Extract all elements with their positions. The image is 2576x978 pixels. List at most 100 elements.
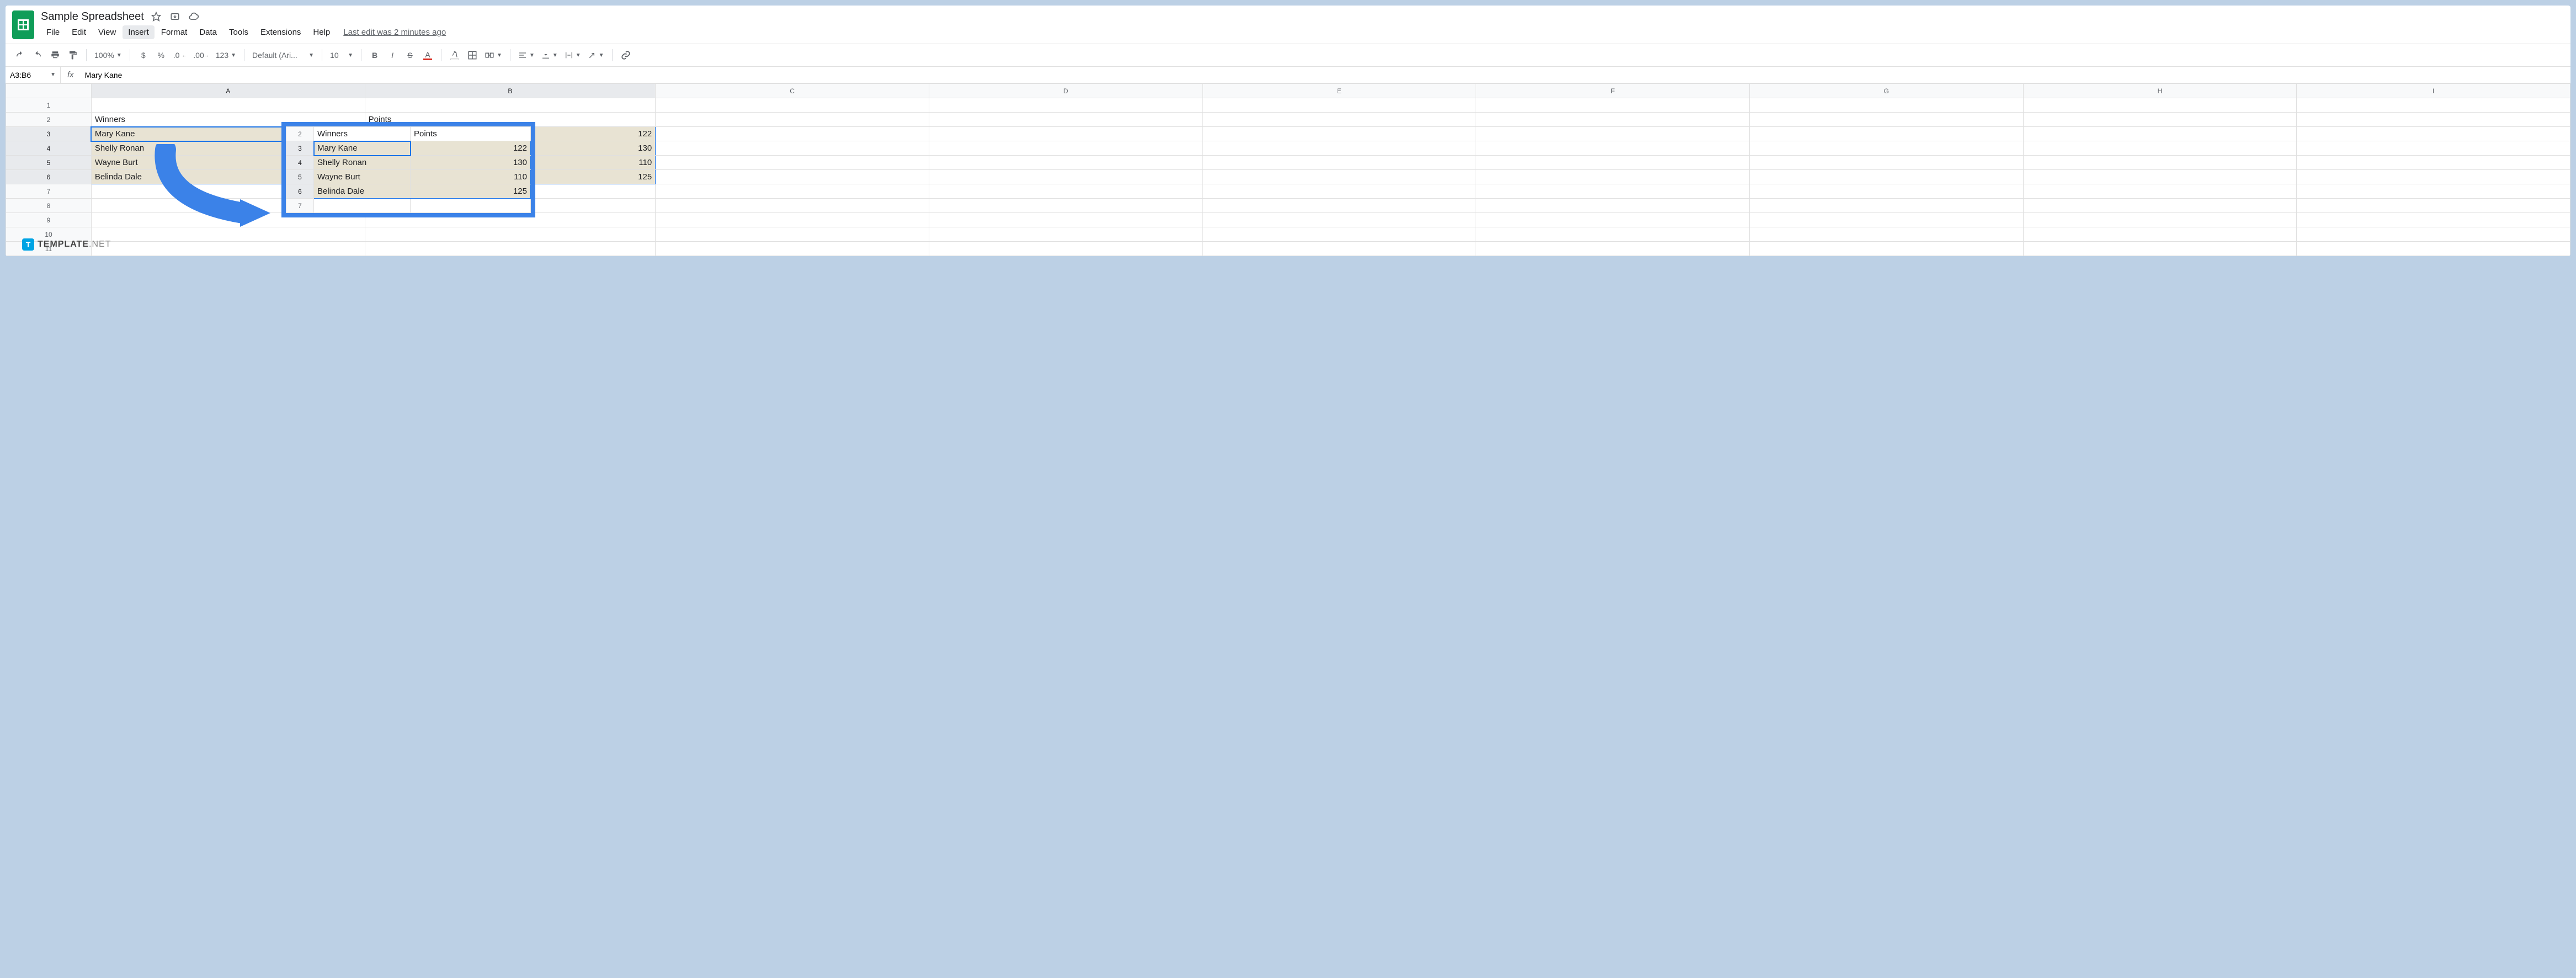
- cell[interactable]: [2297, 242, 2570, 256]
- undo-button[interactable]: [12, 47, 28, 63]
- row-header[interactable]: 7: [6, 184, 92, 199]
- name-box[interactable]: A3:B6▼: [6, 67, 61, 83]
- cell[interactable]: [929, 156, 1202, 170]
- column-header[interactable]: C: [656, 84, 929, 98]
- cell[interactable]: [1202, 156, 1476, 170]
- cell[interactable]: [1476, 199, 1750, 213]
- row-header[interactable]: 5: [6, 156, 92, 170]
- percent-button[interactable]: %: [153, 47, 169, 63]
- cell[interactable]: [1202, 213, 1476, 227]
- cell[interactable]: [1202, 141, 1476, 156]
- cell[interactable]: [1749, 113, 2023, 127]
- cell[interactable]: [1202, 170, 1476, 184]
- cell[interactable]: [2023, 184, 2297, 199]
- cell[interactable]: [656, 242, 929, 256]
- cell[interactable]: [1476, 127, 1750, 141]
- cell[interactable]: [929, 98, 1202, 113]
- column-header[interactable]: B: [365, 84, 656, 98]
- cell[interactable]: [656, 184, 929, 199]
- cell[interactable]: [1476, 156, 1750, 170]
- cell[interactable]: [1476, 170, 1750, 184]
- star-icon[interactable]: [150, 10, 163, 23]
- menu-data[interactable]: Data: [194, 25, 222, 39]
- cell[interactable]: [656, 127, 929, 141]
- row-header[interactable]: 2: [6, 113, 92, 127]
- cell[interactable]: [2023, 227, 2297, 242]
- vertical-align-button[interactable]: ▼: [539, 47, 560, 63]
- insert-link-button[interactable]: [618, 47, 634, 63]
- cell[interactable]: [1202, 227, 1476, 242]
- cell[interactable]: [365, 98, 656, 113]
- cell[interactable]: [1476, 98, 1750, 113]
- redo-button[interactable]: [30, 47, 45, 63]
- cell[interactable]: [1749, 242, 2023, 256]
- strikethrough-button[interactable]: S: [402, 47, 418, 63]
- cell[interactable]: [656, 156, 929, 170]
- menu-view[interactable]: View: [93, 25, 121, 39]
- cell[interactable]: [2297, 156, 2570, 170]
- cell[interactable]: [2023, 141, 2297, 156]
- cell[interactable]: [91, 98, 365, 113]
- menu-edit[interactable]: Edit: [66, 25, 92, 39]
- cell[interactable]: [1202, 127, 1476, 141]
- cell[interactable]: [1202, 199, 1476, 213]
- cloud-status-icon[interactable]: [187, 10, 200, 23]
- cell[interactable]: [1749, 184, 2023, 199]
- horizontal-align-button[interactable]: ▼: [516, 47, 537, 63]
- cell[interactable]: [2297, 199, 2570, 213]
- document-title[interactable]: Sample Spreadsheet: [41, 10, 144, 23]
- row-header[interactable]: 1: [6, 98, 92, 113]
- row-header[interactable]: 9: [6, 213, 92, 227]
- increase-decimal-button[interactable]: .00→: [191, 47, 211, 63]
- currency-button[interactable]: $: [136, 47, 151, 63]
- text-wrap-button[interactable]: ▼: [562, 47, 583, 63]
- cell[interactable]: [1749, 199, 2023, 213]
- paint-format-button[interactable]: [65, 47, 81, 63]
- last-edit-link[interactable]: Last edit was 2 minutes ago: [343, 28, 446, 37]
- cell[interactable]: [656, 113, 929, 127]
- move-icon[interactable]: [168, 10, 182, 23]
- cell[interactable]: [1202, 184, 1476, 199]
- sheets-logo-icon[interactable]: [12, 10, 34, 39]
- row-header[interactable]: 3: [6, 127, 92, 141]
- cell[interactable]: [929, 227, 1202, 242]
- cell[interactable]: [929, 141, 1202, 156]
- cell[interactable]: [1202, 113, 1476, 127]
- cell[interactable]: [1476, 141, 1750, 156]
- column-header[interactable]: D: [929, 84, 1202, 98]
- cell[interactable]: [365, 242, 656, 256]
- number-format-dropdown[interactable]: 123▼: [214, 47, 238, 63]
- cell[interactable]: [929, 213, 1202, 227]
- cell[interactable]: [1202, 98, 1476, 113]
- cell[interactable]: [1476, 242, 1750, 256]
- cell[interactable]: [656, 141, 929, 156]
- column-header[interactable]: F: [1476, 84, 1750, 98]
- select-all-corner[interactable]: [6, 84, 92, 98]
- font-dropdown[interactable]: Default (Ari...▼: [250, 47, 316, 63]
- cell[interactable]: [2297, 227, 2570, 242]
- merge-cells-button[interactable]: ▼: [482, 47, 504, 63]
- text-color-button[interactable]: A: [420, 47, 435, 63]
- cell[interactable]: [2023, 127, 2297, 141]
- column-header[interactable]: H: [2023, 84, 2297, 98]
- cell[interactable]: [2297, 213, 2570, 227]
- cell[interactable]: [929, 199, 1202, 213]
- cell[interactable]: [929, 170, 1202, 184]
- row-header[interactable]: 4: [6, 141, 92, 156]
- row-header[interactable]: 6: [6, 170, 92, 184]
- italic-button[interactable]: I: [385, 47, 400, 63]
- menu-help[interactable]: Help: [307, 25, 336, 39]
- cell[interactable]: [1476, 227, 1750, 242]
- menu-format[interactable]: Format: [156, 25, 193, 39]
- cell[interactable]: [2297, 170, 2570, 184]
- cell[interactable]: [2023, 242, 2297, 256]
- menu-tools[interactable]: Tools: [223, 25, 254, 39]
- cell[interactable]: [2297, 127, 2570, 141]
- column-header[interactable]: A: [91, 84, 365, 98]
- cell[interactable]: [2023, 199, 2297, 213]
- zoom-dropdown[interactable]: 100%▼: [92, 47, 124, 63]
- print-button[interactable]: [47, 47, 63, 63]
- cell[interactable]: [91, 242, 365, 256]
- cell[interactable]: [656, 199, 929, 213]
- column-header[interactable]: E: [1202, 84, 1476, 98]
